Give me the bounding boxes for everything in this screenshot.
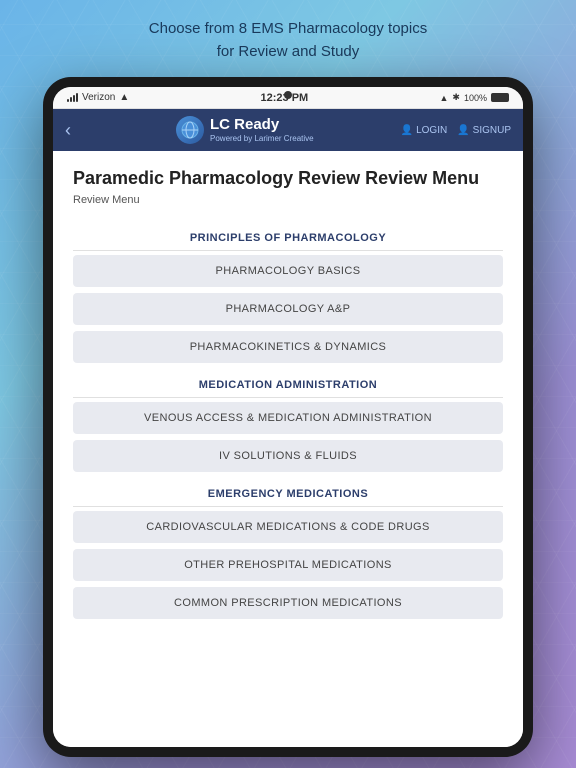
signal-strength-icon: ▲: [440, 93, 449, 103]
menu-item-2-2[interactable]: COMMON PRESCRIPTION MEDICATIONS: [73, 587, 503, 619]
menu-item-0-1[interactable]: PHARMACOLOGY A&P: [73, 293, 503, 325]
divider-0: [73, 250, 503, 251]
battery-percent: 100%: [464, 93, 487, 103]
signup-icon: 👤: [457, 125, 469, 136]
status-bar: Verizon ▲ 12:23 PM ▲ ✱ 100%: [53, 87, 523, 109]
content-area: Paramedic Pharmacology Review Review Men…: [53, 151, 523, 747]
tablet-device: Verizon ▲ 12:23 PM ▲ ✱ 100% ‹: [43, 77, 533, 757]
menu-item-0-0[interactable]: PHARMACOLOGY BASICS: [73, 255, 503, 287]
nav-actions: 👤 LOGIN 👤 SIGNUP: [401, 125, 511, 136]
carrier-label: Verizon: [82, 92, 115, 103]
login-button[interactable]: 👤 LOGIN: [401, 125, 448, 136]
battery-icon: [491, 93, 509, 102]
wifi-icon: ▲: [119, 92, 129, 103]
menu-item-2-1[interactable]: OTHER PREHOSPITAL MEDICATIONS: [73, 549, 503, 581]
status-time: 12:23 PM: [261, 92, 309, 104]
status-right: ▲ ✱ 100%: [440, 92, 510, 103]
signal-bars: [67, 93, 78, 102]
breadcrumb: Review Menu: [73, 194, 503, 206]
top-text: Choose from 8 EMS Pharmacology topics fo…: [109, 0, 467, 77]
menu-item-1-0[interactable]: VENOUS ACCESS & MEDICATION ADMINISTRATIO…: [73, 402, 503, 434]
nav-subtitle: Powered by Larimer Creative: [210, 134, 314, 143]
lc-logo-icon: [181, 121, 199, 139]
section-header-2: EMERGENCY MEDICATIONS: [73, 478, 503, 506]
nav-bar: ‹ LC Ready Powered by Larimer Creative 👤: [53, 109, 523, 151]
signup-button[interactable]: 👤 SIGNUP: [457, 125, 511, 136]
menu-item-1-1[interactable]: IV SOLUTIONS & FLUIDS: [73, 440, 503, 472]
login-icon: 👤: [401, 125, 413, 136]
menu-item-2-0[interactable]: CARDIOVASCULAR MEDICATIONS & CODE DRUGS: [73, 511, 503, 543]
login-label: LOGIN: [416, 125, 447, 136]
status-left: Verizon ▲: [67, 92, 129, 103]
page-title: Paramedic Pharmacology Review Review Men…: [73, 167, 503, 190]
nav-logo: [176, 116, 204, 144]
divider-2: [73, 506, 503, 507]
nav-title-block: LC Ready Powered by Larimer Creative: [210, 117, 314, 143]
section-header-0: PRINCIPLES OF PHARMACOLOGY: [73, 222, 503, 250]
nav-brand: LC Ready Powered by Larimer Creative: [89, 116, 401, 144]
bluetooth-icon: ✱: [452, 92, 460, 103]
nav-title: LC Ready: [210, 117, 314, 134]
signup-label: SIGNUP: [473, 125, 511, 136]
tablet-screen: Verizon ▲ 12:23 PM ▲ ✱ 100% ‹: [53, 87, 523, 747]
section-header-1: MEDICATION ADMINISTRATION: [73, 369, 503, 397]
sections-container: PRINCIPLES OF PHARMACOLOGY PHARMACOLOGY B…: [73, 222, 503, 619]
divider-1: [73, 397, 503, 398]
menu-item-0-2[interactable]: PHARMACOKINETICS & DYNAMICS: [73, 331, 503, 363]
back-button[interactable]: ‹: [65, 120, 89, 141]
